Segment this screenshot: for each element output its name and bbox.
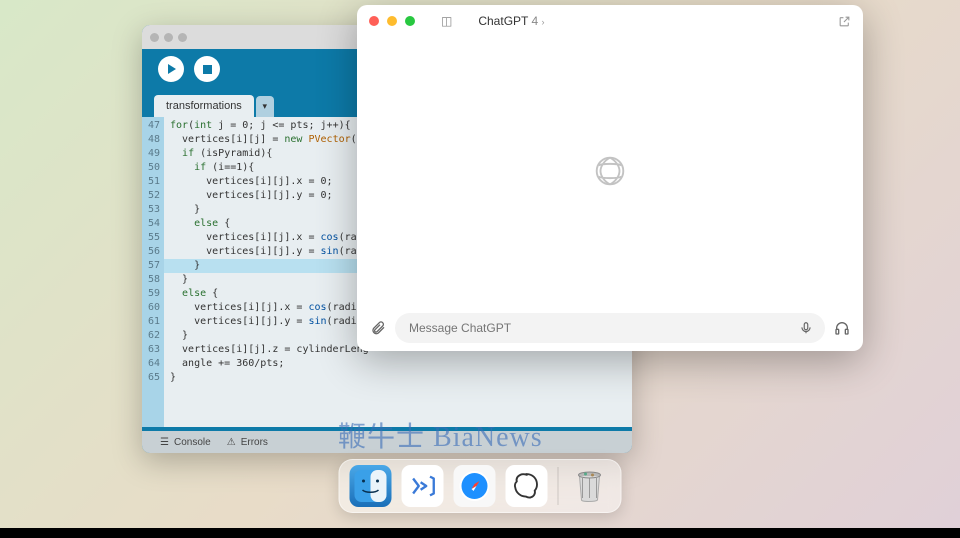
bottom-bar (0, 528, 960, 538)
editor-close-button[interactable] (150, 33, 159, 42)
chevron-right-icon: › (542, 17, 545, 27)
play-icon (168, 64, 176, 74)
run-button[interactable] (158, 56, 184, 82)
editor-zoom-button[interactable] (178, 33, 187, 42)
chat-input-wrap (395, 313, 825, 343)
editor-app-icon (408, 471, 438, 501)
console-tab[interactable]: ☰ Console (160, 437, 211, 448)
line-gutter: 47 48 49 50 51 52 53 54 55 56 57 58 59 6… (142, 117, 164, 427)
chat-minimize-button[interactable] (387, 16, 397, 26)
dock-item-safari[interactable] (454, 465, 496, 507)
stop-button[interactable] (194, 56, 220, 82)
errors-tab[interactable]: ⚠ Errors (227, 437, 268, 448)
openai-logo-icon (591, 152, 629, 190)
tab-dropdown-button[interactable]: ▾ (256, 96, 274, 117)
dock (339, 459, 622, 513)
safari-icon (458, 469, 492, 503)
dock-item-chatgpt[interactable] (506, 465, 548, 507)
editor-minimize-button[interactable] (164, 33, 173, 42)
mic-icon (799, 321, 813, 335)
open-external-button[interactable] (838, 15, 851, 28)
headphones-button[interactable] (833, 319, 851, 337)
warning-icon: ⚠ (227, 437, 237, 447)
chat-input[interactable] (395, 313, 825, 343)
sidebar-toggle-icon[interactable]: ◫ (441, 14, 452, 28)
chat-app-title[interactable]: ChatGPT 4 › (478, 14, 544, 28)
dock-item-editor[interactable] (402, 465, 444, 507)
chat-zoom-button[interactable] (405, 16, 415, 26)
chatgpt-app-icon (512, 471, 542, 501)
console-icon: ☰ (160, 437, 170, 447)
chat-input-row (357, 305, 863, 351)
mic-button[interactable] (797, 319, 815, 337)
dock-item-finder[interactable] (350, 465, 392, 507)
stop-icon (203, 65, 212, 74)
watermark-text: 鞭牛士 BiaNews (338, 415, 543, 455)
attach-button[interactable] (369, 319, 387, 337)
dock-item-trash[interactable] (569, 465, 611, 507)
chat-body (357, 37, 863, 305)
dock-separator (558, 467, 559, 505)
finder-icon (355, 470, 387, 502)
headphones-icon (834, 320, 850, 336)
open-external-icon (838, 15, 851, 28)
chat-close-button[interactable] (369, 16, 379, 26)
chat-titlebar: ◫ ChatGPT 4 › (357, 5, 863, 37)
chatgpt-window: ◫ ChatGPT 4 › (357, 5, 863, 351)
tab-transformations[interactable]: transformations (154, 95, 254, 117)
trash-icon (573, 467, 607, 505)
paperclip-icon (370, 320, 386, 336)
editor-traffic-lights (150, 33, 187, 42)
